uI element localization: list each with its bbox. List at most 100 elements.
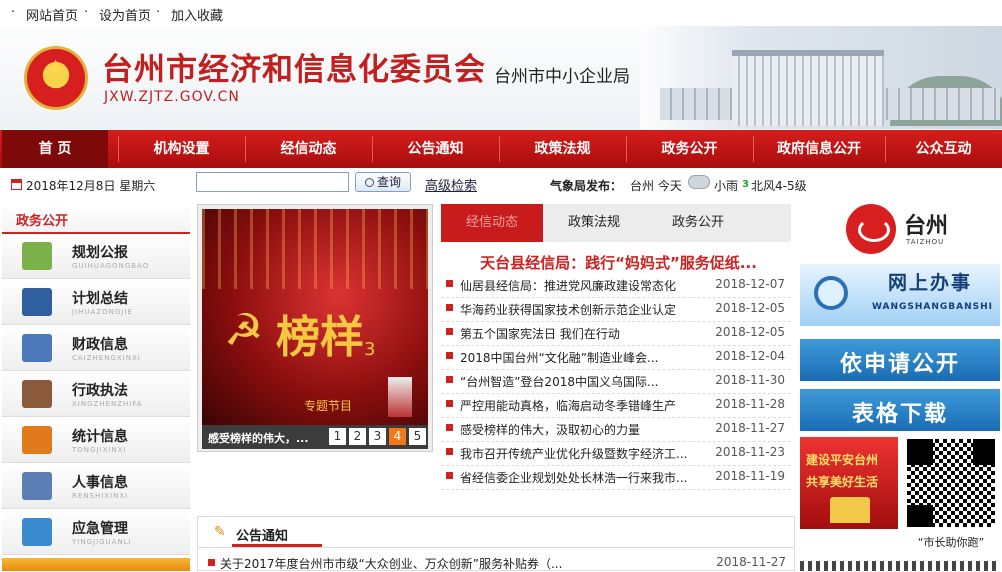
taizhou-logo[interactable]: 台州 TAIZHOU bbox=[844, 204, 954, 254]
news-item-title[interactable]: 我市召开传统产业优化升级暨数字经济工... bbox=[460, 445, 687, 462]
slide-image[interactable]: ☭ 榜样 3 专题节目 bbox=[202, 209, 428, 425]
advanced-search-link[interactable]: 高级检索 bbox=[425, 175, 477, 194]
list-item[interactable]: “台州智造”登台2018中国义乌国际... 2018-11-30 bbox=[441, 369, 791, 394]
notice-title[interactable]: 公告通知 bbox=[236, 525, 288, 544]
sidebar-title: 政务公开 bbox=[16, 214, 69, 229]
slide-caption[interactable]: 感受榜样的伟大，... bbox=[208, 430, 309, 446]
calendar-icon bbox=[11, 179, 22, 190]
site-banner: ★ 台州市经济和信息化委员会 台州市中小企业局 JXW.ZJTZ.GOV.CN bbox=[0, 26, 1002, 129]
bottom-banner-strip bbox=[800, 561, 1000, 571]
bullet: · bbox=[11, 5, 16, 20]
bullet-icon bbox=[446, 328, 453, 335]
nav-news[interactable]: 经信动态 bbox=[245, 130, 372, 168]
sidebar-item-pinyin: XINGZHENZHIFA bbox=[72, 400, 143, 408]
list-item[interactable]: 省经信委企业规划处处长林浩一行来我市... 2018-11-19 bbox=[441, 465, 791, 490]
sidebar-item-label: 人事信息 bbox=[72, 475, 128, 491]
sidebar-item[interactable]: 统计信息 TONGJIXINXI bbox=[2, 418, 190, 463]
news-headline[interactable]: 天台县经信局：践行“妈妈式”服务促纸... bbox=[446, 252, 791, 273]
safe-taizhou-banner[interactable]: 建设平安台州 共享美好生活 bbox=[800, 437, 898, 529]
sidebar-item[interactable]: 财政信息 CAIZHENGXINXI bbox=[2, 326, 190, 371]
sidebar-item[interactable]: 人事信息 RENSHIXINXI bbox=[2, 464, 190, 509]
sidebar-item-pinyin: CAIZHENGXINXI bbox=[72, 354, 141, 362]
site-subtitle: 台州市中小企业局 bbox=[494, 67, 630, 87]
slide-page-4[interactable]: 4 bbox=[389, 428, 406, 445]
online-service-en: WANGSHANGBANSHI bbox=[872, 302, 994, 312]
slide-image-title: 榜样 bbox=[276, 312, 364, 363]
news-item-title[interactable]: 省经信委企业规划处处长林浩一行来我市... bbox=[460, 469, 687, 486]
stage-lights bbox=[202, 209, 428, 289]
nav-policy[interactable]: 政策法规 bbox=[499, 130, 626, 168]
news-item-title[interactable]: 仙居县经信局：推进党风廉政建设常态化 bbox=[460, 277, 676, 294]
news-item-date: 2018-12-05 bbox=[715, 301, 785, 315]
weather-number: 3 bbox=[742, 179, 749, 190]
sidebar-item-icon bbox=[22, 242, 52, 270]
list-item[interactable]: 严控用能动真格，临海启动冬季错峰生产 2018-11-28 bbox=[441, 393, 791, 418]
list-item[interactable]: 感受榜样的伟大，汲取初心的力量 2018-11-27 bbox=[441, 417, 791, 442]
slide-page-1[interactable]: 1 bbox=[329, 428, 346, 445]
form-download-button[interactable]: 表格下载 bbox=[800, 389, 1000, 431]
news-item-title[interactable]: 华海药业获得国家技术创新示范企业认定 bbox=[460, 301, 676, 318]
list-item[interactable]: 华海药业获得国家技术创新示范企业认定 2018-12-05 bbox=[441, 297, 791, 322]
news-item-title[interactable]: 严控用能动真格，临海启动冬季错峰生产 bbox=[460, 397, 676, 414]
notice-item-title[interactable]: 关于2017年度台州市市级“大众创业、万众创新”服务补贴券（... bbox=[220, 555, 562, 572]
nav-affairs[interactable]: 政务公开 bbox=[626, 130, 753, 168]
nav-interaction[interactable]: 公众互动 bbox=[885, 130, 1002, 168]
sidebar-item[interactable]: 计划总结 JIHUAZONGJIE bbox=[2, 280, 190, 325]
site-url: JXW.ZJTZ.GOV.CN bbox=[104, 89, 240, 105]
sidebar-item[interactable]: 行政执法 XINGZHENZHIFA bbox=[2, 372, 190, 417]
nav-home[interactable]: 首 页 bbox=[2, 130, 108, 168]
apply-disclosure-label: 依申请公开 bbox=[839, 352, 960, 377]
news-item-date: 2018-12-07 bbox=[715, 277, 785, 291]
logo-en: TAIZHOU bbox=[906, 238, 945, 246]
apply-disclosure-button[interactable]: 依申请公开 bbox=[800, 339, 1000, 381]
nav-gov-info[interactable]: 政府信息公开 bbox=[753, 130, 885, 168]
sidebar-item[interactable]: 应急管理 YINGJIGUANLI bbox=[2, 510, 190, 555]
news-item-date: 2018-11-27 bbox=[715, 421, 785, 435]
notice-header: ✎ 公告通知 bbox=[198, 517, 794, 548]
set-homepage-link[interactable]: 设为首页 bbox=[99, 5, 151, 24]
list-item[interactable]: 2018中国台州“文化融”制造业峰会... 2018-12-04 bbox=[441, 345, 791, 370]
news-item-title[interactable]: 感受榜样的伟大，汲取初心的力量 bbox=[460, 421, 640, 438]
cloud-icon bbox=[688, 175, 710, 189]
slide-page-3[interactable]: 3 bbox=[369, 428, 386, 445]
online-service-button[interactable]: 网上办事 WANGSHANGBANSHI bbox=[800, 264, 1000, 326]
sidebar-item[interactable]: 规划公报 GUIHUAGONGBAO bbox=[2, 234, 190, 279]
current-date: 2018年12月8日 星期六 bbox=[26, 179, 156, 193]
hammer-sickle-icon: ☭ bbox=[224, 305, 264, 356]
top-bar: · 网站首页 · 设为首页 · 加入收藏 bbox=[0, 0, 1002, 26]
news-item-date: 2018-12-04 bbox=[715, 349, 785, 363]
bullet-icon bbox=[446, 400, 453, 407]
news-item-title[interactable]: 第五个国家宪法日 我们在行动 bbox=[460, 325, 620, 342]
search-button-label: 查询 bbox=[376, 175, 401, 189]
add-favorite-link[interactable]: 加入收藏 bbox=[171, 5, 223, 24]
news-item-date: 2018-11-23 bbox=[715, 445, 785, 459]
tab-policy[interactable]: 政策法规 bbox=[543, 204, 645, 242]
sidebar-item-pinyin: JIHUAZONGJIE bbox=[72, 308, 133, 316]
bullet-icon bbox=[208, 559, 215, 566]
sidebar-bottom-strip bbox=[2, 558, 190, 571]
news-item-title[interactable]: 2018中国台州“文化融”制造业峰会... bbox=[460, 349, 658, 366]
nav-notice[interactable]: 公告通知 bbox=[372, 130, 499, 168]
list-item[interactable]: 我市召开传统产业优化升级暨数字经济工... 2018-11-23 bbox=[441, 441, 791, 466]
bullet-icon bbox=[446, 472, 453, 479]
sidebar-item-icon bbox=[22, 426, 52, 454]
weather-condition: 小雨 bbox=[714, 179, 739, 193]
tab-affairs[interactable]: 政务公开 bbox=[647, 204, 749, 242]
sidebar-item-label: 应急管理 bbox=[72, 521, 128, 537]
slide-caption-bar: 感受榜样的伟大，... 1 2 3 4 5 bbox=[202, 425, 428, 449]
search-button[interactable]: 查询 bbox=[355, 172, 411, 192]
news-item-title[interactable]: “台州智造”登台2018中国义乌国际... bbox=[460, 373, 658, 390]
list-item[interactable]: 第五个国家宪法日 我们在行动 2018-12-05 bbox=[441, 321, 791, 346]
list-item[interactable]: 仙居县经信局：推进党风廉政建设常态化 2018-12-07 bbox=[441, 273, 791, 298]
slideshow[interactable]: ☭ 榜样 3 专题节目 感受榜样的伟大，... 1 2 3 4 5 bbox=[197, 204, 433, 452]
slide-page-5[interactable]: 5 bbox=[409, 428, 426, 445]
main-nav: 首 页 机构设置 经信动态 公告通知 政策法规 政务公开 政府信息公开 公众互动 bbox=[0, 130, 1002, 168]
slide-page-2[interactable]: 2 bbox=[349, 428, 366, 445]
site-title[interactable]: 台州市经济和信息化委员会 bbox=[102, 44, 486, 89]
qr-code bbox=[905, 437, 997, 529]
search-input[interactable] bbox=[196, 172, 349, 192]
nav-org[interactable]: 机构设置 bbox=[118, 130, 245, 168]
tab-news[interactable]: 经信动态 bbox=[441, 204, 543, 242]
home-link[interactable]: 网站首页 bbox=[26, 5, 78, 24]
sidebar-item-pinyin: TONGJIXINXI bbox=[72, 446, 127, 454]
